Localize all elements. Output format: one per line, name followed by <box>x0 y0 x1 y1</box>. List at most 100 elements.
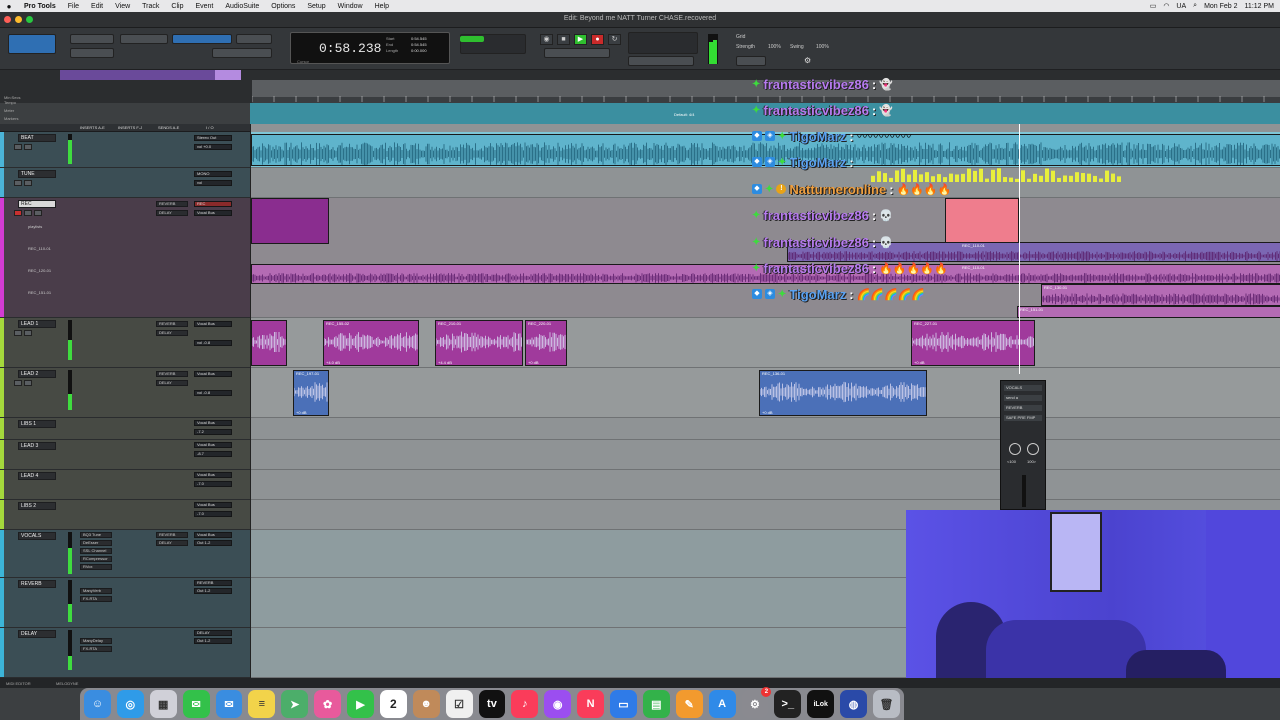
track-lead-2[interactable]: LEAD 2 REVERB DELAY Vocal Bus vol -0.8 <box>0 368 250 418</box>
dock-terminal-icon[interactable]: >_ <box>774 690 802 718</box>
dock-tv-icon[interactable]: tv <box>478 690 506 718</box>
apple-menu-icon[interactable]: ● <box>0 2 18 11</box>
playlist-lane-2[interactable]: REC_120-01 <box>28 268 51 273</box>
playhead-cursor[interactable] <box>1019 124 1020 374</box>
track-name[interactable]: REVERB <box>18 580 56 588</box>
menu-app-name[interactable]: Pro Tools <box>18 3 62 10</box>
strip-send-buttons[interactable]: SAFE PRE FMP <box>1004 415 1042 421</box>
dock-finder-icon[interactable]: ☺ <box>84 690 111 718</box>
track-output[interactable]: Vocal Bus <box>194 210 232 216</box>
dock-podcasts-icon[interactable]: ◉ <box>544 690 572 718</box>
menu-file[interactable]: File <box>62 3 85 10</box>
trim-tool-button[interactable] <box>120 34 168 44</box>
wifi-icon[interactable]: ◠ <box>1163 2 1169 10</box>
pan-right-knob[interactable] <box>1027 443 1039 455</box>
lane-lead-4[interactable] <box>251 470 1280 500</box>
mute-button[interactable] <box>24 330 32 336</box>
rewind-ff-buttons[interactable] <box>544 48 610 58</box>
track-name[interactable]: VOCALS <box>18 532 56 540</box>
playlist-lane-1[interactable]: REC_110-01 <box>28 246 51 251</box>
stop-button[interactable]: ■ <box>557 34 570 45</box>
track-name[interactable]: LEAD 1 <box>18 320 56 328</box>
dock-maps-icon[interactable]: ➤ <box>281 690 309 718</box>
lead1-clip-1[interactable]: REC_155-02 +4.0 dB <box>323 320 419 366</box>
menu-edit[interactable]: Edit <box>85 3 109 10</box>
track-volume[interactable]: -7.0 <box>194 511 232 517</box>
track-volume[interactable]: -8.7 <box>194 451 232 457</box>
send-a[interactable]: REVERB <box>156 532 188 538</box>
menu-audiosuite[interactable]: AudioSuite <box>219 3 265 10</box>
zoom-preset-buttons[interactable] <box>70 48 114 58</box>
track-beat[interactable]: BEAT Stereo Out vol +0.0 <box>0 132 250 168</box>
play-button[interactable]: ▶ <box>574 34 587 45</box>
dock-pages-icon[interactable]: ✎ <box>675 690 703 718</box>
track-input[interactable]: REC <box>194 201 232 207</box>
dock-numbers-icon[interactable]: ▤ <box>642 690 670 718</box>
playlist-lane-3[interactable]: REC_151-01 <box>28 290 51 295</box>
track-volume[interactable]: vol -0.8 <box>194 390 232 396</box>
menu-options[interactable]: Options <box>265 3 301 10</box>
track-volume[interactable]: vol <box>194 180 232 186</box>
settings-gear-icon[interactable]: ⚙ <box>804 56 811 65</box>
track-name[interactable]: TUNE <box>18 170 56 178</box>
rec-playlist-lane-3[interactable]: REC_151-01 <box>1017 306 1280 318</box>
menu-event[interactable]: Event <box>189 3 219 10</box>
pencil-tool-button[interactable] <box>236 34 272 44</box>
track-input[interactable]: REVERB <box>194 580 232 586</box>
menu-window[interactable]: Window <box>332 3 369 10</box>
track-input[interactable]: DELAY <box>194 630 232 636</box>
solo-button[interactable] <box>14 144 22 150</box>
solo-button[interactable] <box>14 380 22 386</box>
pan-left-knob[interactable] <box>1009 443 1021 455</box>
lane-lead-2[interactable]: REC_197-01 +0 dB REC_136-01 +0 dB <box>251 368 1280 418</box>
send-b[interactable]: DELAY <box>156 540 188 546</box>
dock-launchpad-icon[interactable]: ▦ <box>149 690 177 718</box>
lead1-clip-4[interactable]: REC_227-01 +0 dB <box>911 320 1035 366</box>
rec-playlist-lane-2[interactable]: REC_130-01 <box>1041 284 1280 306</box>
track-rec[interactable]: REC REVERB DELAY REC Vocal Bus playlists… <box>0 198 250 318</box>
track-volume[interactable]: -7.0 <box>194 481 232 487</box>
tempo-meter-display[interactable] <box>628 32 698 54</box>
dock-ilok-icon[interactable]: iLok <box>807 690 835 718</box>
track-output[interactable]: Vocal Bus <box>194 420 232 426</box>
solo-button[interactable] <box>14 180 22 186</box>
track-output[interactable]: Vocal Bus <box>194 502 232 508</box>
menu-view[interactable]: View <box>109 3 136 10</box>
dock-messages-icon[interactable]: ✉ <box>182 690 210 718</box>
dock-system-settings-icon[interactable]: ⚙ 2 <box>741 687 772 718</box>
track-libs-1[interactable]: LIBS 1 Vocal Bus -7.2 <box>0 418 250 440</box>
universe-overview[interactable] <box>60 70 240 80</box>
track-name[interactable]: LIBS 2 <box>18 502 56 510</box>
track-output[interactable]: Vocal Bus <box>194 442 232 448</box>
track-name[interactable]: LEAD 4 <box>18 472 56 480</box>
insert-b[interactable]: FX-RTA <box>80 596 112 602</box>
length-value[interactable]: 0:00.000 <box>411 48 427 53</box>
track-lead-3[interactable]: LEAD 3 Vocal Bus -8.7 <box>0 440 250 470</box>
input-source-label[interactable]: UA <box>1176 3 1186 10</box>
dock-keynote-icon[interactable]: ▭ <box>610 690 637 718</box>
mute-button[interactable] <box>24 380 32 386</box>
track-lead-1[interactable]: LEAD 1 REVERB DELAY Vocal Bus vol -0.8 <box>0 318 250 368</box>
dock-contacts-icon[interactable]: ☻ <box>412 690 440 718</box>
track-output[interactable]: Out 1-2 <box>194 638 232 644</box>
insert-b[interactable]: FX-RTA <box>80 646 112 652</box>
lead1-clip-2[interactable]: REC_210-01 +4.4 dB <box>435 320 523 366</box>
lead1-clip-0[interactable] <box>251 320 287 366</box>
track-output[interactable]: MONO <box>194 171 232 177</box>
track-name[interactable]: BEAT <box>18 134 56 142</box>
online-button[interactable]: ◉ <box>540 34 553 45</box>
mute-button[interactable] <box>24 144 32 150</box>
solo-button[interactable] <box>14 330 22 336</box>
send-a[interactable]: REVERB <box>156 201 188 207</box>
time-label[interactable]: 11:12 PM <box>1245 3 1274 10</box>
insert-e[interactable]: RVox <box>80 564 112 570</box>
dock-facetime-icon[interactable]: ▶ <box>347 690 374 718</box>
midi-editor-toggle[interactable]: MIDI EDITOR <box>6 681 31 686</box>
track-output[interactable]: Out 1-2 <box>194 540 232 546</box>
menu-clip[interactable]: Clip <box>165 3 189 10</box>
lead2-clip-1[interactable]: REC_136-01 +0 dB <box>759 370 927 416</box>
track-vocals[interactable]: VOCALS BQ3 Tune DeEsser SSL Channel RCom… <box>0 530 250 578</box>
floating-send-window[interactable]: VOCALS send a REVERB SAFE PRE FMP <100 1… <box>1000 380 1046 510</box>
send-fader[interactable] <box>1022 475 1026 507</box>
main-counter[interactable]: 0:58.238 Start End Length 0:54.545 0:54.… <box>290 32 450 64</box>
